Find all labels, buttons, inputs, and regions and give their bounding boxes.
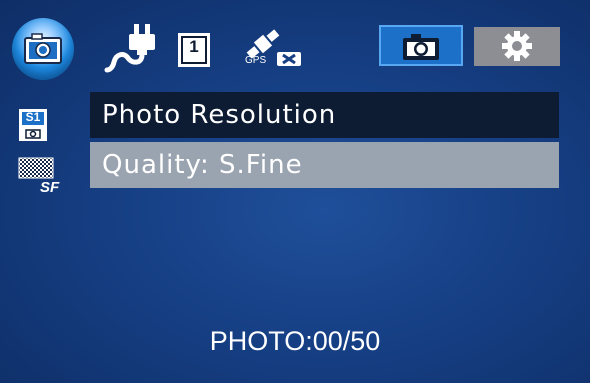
menu-title-label: Photo Resolution xyxy=(102,100,337,130)
menu-item-quality[interactable]: Quality: S.Fine xyxy=(90,142,559,188)
sd-card-number: 1 xyxy=(189,37,199,56)
mode-button[interactable] xyxy=(12,18,74,80)
quality-icon-label: SF xyxy=(40,179,60,196)
photo-counter: PHOTO:00/50 xyxy=(209,326,381,356)
tab-settings[interactable] xyxy=(474,27,560,66)
sd-card-icon: 1 xyxy=(176,31,212,69)
gps-label: GPS xyxy=(245,55,267,66)
resolution-icon-label: S1 xyxy=(25,110,41,124)
camera-icon xyxy=(403,34,439,60)
camera-icon xyxy=(24,33,62,64)
plug-icon xyxy=(104,24,155,73)
menu-title: Photo Resolution xyxy=(90,92,559,138)
status-bar: 1 GPS xyxy=(0,0,590,85)
menu-item-quality-label: Quality: S.Fine xyxy=(102,150,303,180)
gear-icon xyxy=(502,31,532,61)
gps-off-icon: GPS xyxy=(241,26,305,72)
quality-icon: SF xyxy=(18,157,70,197)
resolution-icon: S1 xyxy=(18,108,48,142)
tab-camera[interactable] xyxy=(379,25,463,66)
